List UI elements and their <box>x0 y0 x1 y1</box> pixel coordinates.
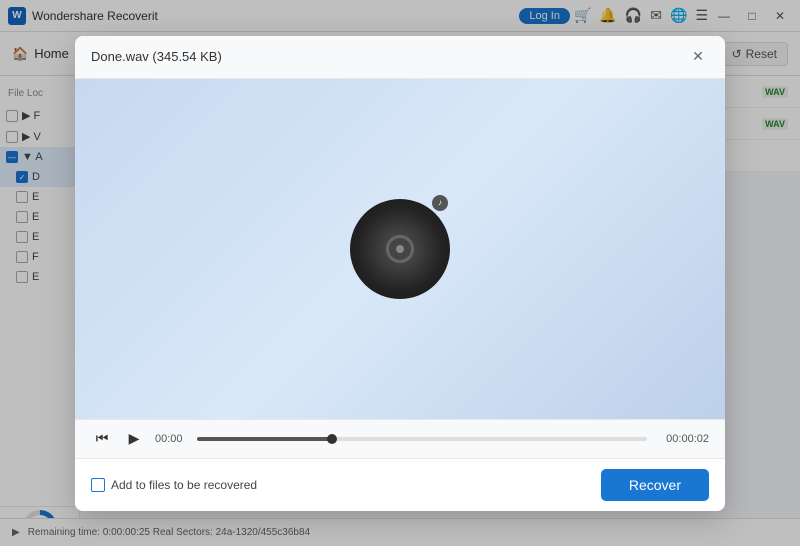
modal-header: Done.wav (345.54 KB) ✕ <box>75 36 725 79</box>
modal-dialog: Done.wav (345.54 KB) ✕ ♪ ⏮ ▶ 00:00 <box>75 36 725 511</box>
audio-controls: ⏮ ▶ 00:00 00:00:02 <box>75 419 725 458</box>
modal-title: Done.wav (345.54 KB) <box>91 49 222 64</box>
note-indicator: ♪ <box>432 195 448 211</box>
time-current: 00:00 <box>155 433 187 445</box>
recover-button[interactable]: Recover <box>601 469 709 501</box>
modal-footer: Add to files to be recovered Recover <box>75 458 725 511</box>
audio-preview: ♪ <box>75 79 725 419</box>
audio-progress-thumb[interactable] <box>327 434 337 444</box>
vinyl-disc: ♪ <box>350 199 450 299</box>
modal-overlay: Done.wav (345.54 KB) ✕ ♪ ⏮ ▶ 00:00 <box>0 0 800 546</box>
play-button[interactable]: ▶ <box>123 428 145 450</box>
add-to-recovery: Add to files to be recovered <box>91 478 257 492</box>
add-to-recovery-label: Add to files to be recovered <box>111 478 257 492</box>
prev-button[interactable]: ⏮ <box>91 428 113 450</box>
add-to-recovery-checkbox[interactable] <box>91 478 105 492</box>
modal-close-button[interactable]: ✕ <box>687 46 709 68</box>
audio-progress-track[interactable] <box>197 437 647 441</box>
audio-progress-fill <box>197 437 332 441</box>
time-total: 00:00:02 <box>657 433 709 445</box>
disc-center <box>396 245 404 253</box>
